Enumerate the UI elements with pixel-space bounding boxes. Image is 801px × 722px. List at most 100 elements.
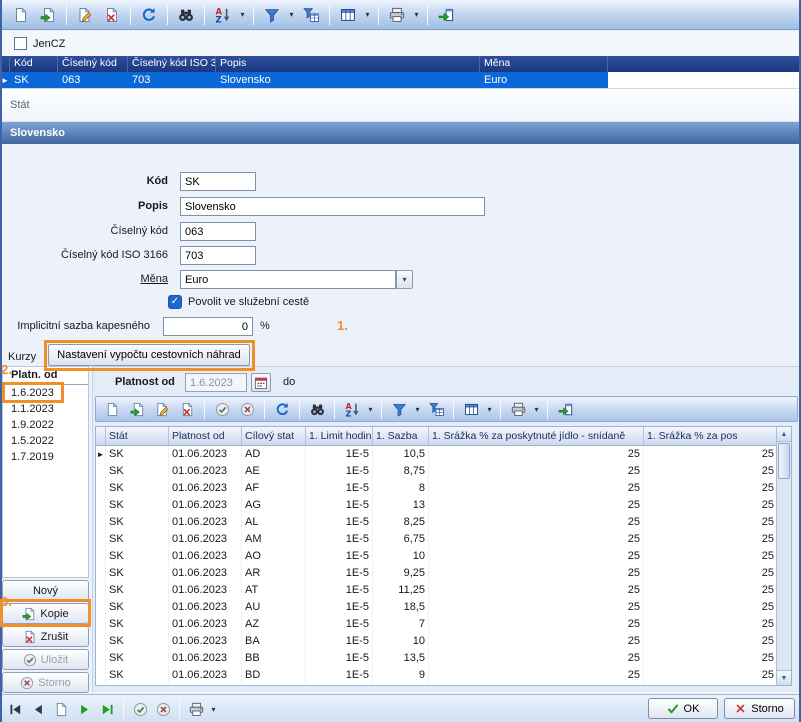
next-record-button[interactable] [73,699,95,720]
delete-record-button[interactable] [99,3,125,27]
detail-grid-row[interactable]: SK01.06.2023AR1E-59,252525 [96,565,778,582]
platnost-od-input[interactable] [185,373,247,392]
detail-grid-row[interactable]: SK01.06.2023AF1E-582525 [96,480,778,497]
filter-grid-button[interactable] [298,3,324,27]
vertical-scrollbar[interactable]: ▲ ▼ [776,427,791,685]
ciselny-kod-input[interactable] [180,222,256,241]
columns-button-dropdown[interactable]: ▾ [362,3,373,27]
calendar-button[interactable] [251,373,271,392]
print-button[interactable] [185,699,207,720]
jencz-checkbox[interactable] [14,37,27,50]
filter-grid-button[interactable] [424,399,448,420]
kod-input[interactable] [180,172,256,191]
detail-grid-row[interactable]: SK01.06.2023AT1E-511,252525 [96,582,778,599]
detail-column-header[interactable]: Cílový stat [242,427,306,445]
previous-record-button[interactable] [27,699,49,720]
storno-button[interactable]: Storno [724,698,795,719]
detail-grid-row[interactable]: SK01.06.2023AG1E-5132525 [96,497,778,514]
mena-label[interactable]: Měna [0,270,176,289]
accept-button[interactable] [210,399,234,420]
date-item[interactable]: 1.6.2023 [3,385,88,401]
detail-column-header[interactable]: 1. Srážka % za poskytnuté jídlo - snídan… [429,427,644,445]
kopie-button[interactable]: Kopie [2,603,89,624]
detail-grid-row[interactable]: SK01.06.2023AZ1E-572525 [96,616,778,633]
sort-button-dropdown[interactable]: ▾ [365,397,376,421]
detail-grid-row[interactable]: SK01.06.2023BA1E-5102525 [96,633,778,650]
mena-dropdown-button[interactable]: ▾ [396,270,413,289]
sort-button-dropdown[interactable]: ▾ [237,3,248,27]
detail-column-header[interactable]: Stát [106,427,169,445]
filter-button-dropdown[interactable]: ▾ [286,3,297,27]
sort-button[interactable] [210,3,236,27]
detail-grid-row[interactable]: SK01.06.2023AL1E-58,252525 [96,514,778,531]
search-button[interactable] [305,399,329,420]
cancel-button[interactable] [235,399,259,420]
print-button-dropdown[interactable]: ▾ [411,3,422,27]
column-header-iso[interactable]: Číselný kód ISO 3166 [128,56,216,72]
detail-column-header[interactable]: 1. Limit hodin [306,427,373,445]
search-button[interactable] [173,3,199,27]
columns-button[interactable] [335,3,361,27]
export-button[interactable] [433,3,459,27]
print-button[interactable] [506,399,530,420]
new-rate-button[interactable] [100,399,124,420]
sort-button[interactable] [340,399,364,420]
column-header-ciselny-kod[interactable]: Číselný kód [58,56,128,72]
detail-grid-row[interactable]: SK01.06.2023AO1E-5102525 [96,548,778,565]
popis-input[interactable] [180,197,485,216]
date-item[interactable]: 1.5.2022 [3,433,88,449]
ok-button[interactable]: OK [648,698,718,719]
edit-record-button[interactable] [72,3,98,27]
detail-column-header[interactable]: Platnost od [169,427,242,445]
povolit-checkbox[interactable]: ✓ [168,295,182,309]
countries-selected-row[interactable]: ► SK 063 703 Slovensko Euro [0,72,801,89]
zrusit-button[interactable]: Zrušit [2,626,89,647]
detail-grid-row[interactable]: SK01.06.2023AM1E-56,752525 [96,531,778,548]
cancel-button[interactable] [152,699,174,720]
refresh-button[interactable] [270,399,294,420]
mena-input[interactable] [180,270,396,289]
column-header-mena[interactable]: Měna [480,56,608,72]
detail-grid-row[interactable]: SK01.06.2023BD1E-592525 [96,667,778,684]
export-button[interactable] [553,399,577,420]
detail-grid-row[interactable]: SK01.06.2023AE1E-58,752525 [96,463,778,480]
last-record-button[interactable] [96,699,118,720]
novy-button[interactable]: Nový [2,580,89,601]
cell: 1E-5 [306,514,373,531]
delete-rate-button[interactable] [175,399,199,420]
sazba-input[interactable] [163,317,253,336]
detail-column-header[interactable]: 1. Sazba [373,427,429,445]
scroll-down-button[interactable]: ▼ [777,670,791,685]
platn-od-column-header[interactable]: Platn. od [3,367,88,385]
detail-grid-row[interactable]: SK01.06.2023AU1E-518,52525 [96,599,778,616]
travel-settings-button[interactable]: Nastavení vypočtu cestovních náhrad [48,344,250,366]
copy-rate-button[interactable] [125,399,149,420]
detail-grid-row[interactable]: ►SK01.06.2023AD1E-510,52525 [96,446,778,463]
filter-button-dropdown[interactable]: ▾ [412,397,423,421]
detail-grid-row[interactable]: SK01.06.2023BB1E-513,52525 [96,650,778,667]
date-item[interactable]: 1.1.2023 [3,401,88,417]
date-item[interactable]: 1.9.2022 [3,417,88,433]
print-button-dropdown[interactable]: ▾ [531,397,542,421]
print-button[interactable] [384,3,410,27]
open-record-button[interactable] [35,3,61,27]
first-record-button[interactable] [4,699,26,720]
accept-button[interactable] [129,699,151,720]
column-header-kod[interactable]: Kód [10,56,58,72]
filter-button[interactable] [387,399,411,420]
iso-input[interactable] [180,246,256,265]
edit-rate-button[interactable] [150,399,174,420]
date-item[interactable]: 1.7.2019 [3,449,88,465]
scrollbar-thumb[interactable] [778,443,790,479]
columns-button[interactable] [459,399,483,420]
detail-column-header[interactable]: 1. Srážka % za pos [644,427,778,445]
filter-button[interactable] [259,3,285,27]
refresh-button[interactable] [136,3,162,27]
print-button-dropdown[interactable]: ▾ [208,697,219,721]
column-header-popis[interactable]: Popis [216,56,480,72]
new-record-button[interactable] [8,3,34,27]
scroll-up-button[interactable]: ▲ [777,427,791,442]
ulozit-button-label: Uložit [41,654,69,666]
record-list-button[interactable] [50,699,72,720]
columns-button-dropdown[interactable]: ▾ [484,397,495,421]
